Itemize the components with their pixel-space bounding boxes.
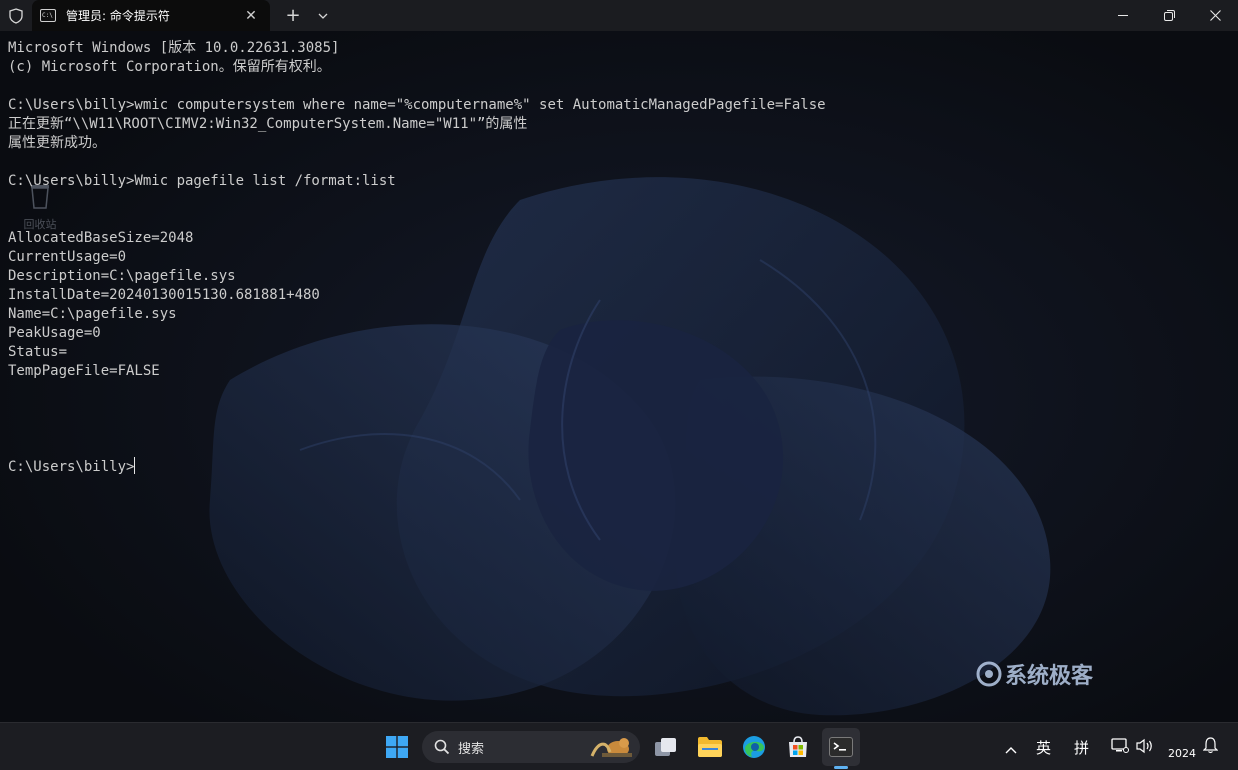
ime-mode-indicator[interactable]: 拼: [1074, 737, 1089, 758]
speaker-icon: [1136, 738, 1152, 754]
chevron-down-icon: [318, 13, 328, 19]
terminal-line: AllocatedBaseSize=2048: [8, 230, 194, 246]
close-icon: [1209, 10, 1221, 21]
search-placeholder: 搜索: [458, 741, 485, 757]
minimize-icon: [1118, 15, 1128, 16]
edge-browser-button[interactable]: [735, 728, 773, 766]
search-icon: [434, 739, 450, 755]
windows-logo-icon: [386, 736, 408, 758]
site-watermark: 系统极客: [975, 658, 1093, 690]
window-titlebar[interactable]: 管理员: 命令提示符 ✕ +: [0, 0, 1238, 31]
restore-button[interactable]: [1146, 0, 1192, 31]
terminal-line: 正在更新“\\W11\ROOT\CIMV2:Win32_ComputerSyst…: [8, 116, 528, 132]
close-window-button[interactable]: [1192, 0, 1238, 31]
terminal-line: PeakUsage=0: [8, 325, 101, 341]
window-controls: [1100, 0, 1238, 31]
terminal-line: Description=C:\pagefile.sys: [8, 268, 236, 284]
terminal-line: 属性更新成功。: [8, 135, 106, 151]
active-app-indicator: [834, 766, 848, 769]
terminal-line: C:\Users\billy>Wmic pagefile list /forma…: [8, 173, 396, 189]
file-explorer-button[interactable]: [691, 728, 729, 766]
terminal-taskbar-button[interactable]: [822, 728, 860, 769]
taskbar: 搜索 英 拼 2024: [0, 722, 1238, 770]
terminal-icon: [829, 737, 853, 757]
cmd-icon: [40, 9, 56, 22]
bell-icon: [1202, 737, 1219, 754]
new-tab-button[interactable]: +: [278, 0, 308, 31]
terminal-line: C:\Users\billy>: [8, 457, 136, 475]
tab-command-prompt[interactable]: 管理员: 命令提示符 ✕: [32, 0, 270, 31]
terminal-line: CurrentUsage=0: [8, 249, 127, 265]
tab-close-button[interactable]: ✕: [242, 8, 260, 24]
terminal-line: C:\Users\billy>wmic computersystem where…: [8, 97, 826, 113]
terminal-output[interactable]: Microsoft Windows [版本 10.0.22631.3085] (c…: [8, 39, 826, 476]
show-hidden-icons-button[interactable]: [1005, 739, 1017, 758]
tab-title: 管理员: 命令提示符: [66, 9, 170, 23]
taskbar-search-box[interactable]: 搜索: [422, 731, 640, 763]
task-view-button[interactable]: [647, 728, 685, 766]
desktop-screen: 回收站 管理员: 命令提示符 ✕ +: [0, 0, 1238, 770]
microsoft-store-button[interactable]: [779, 728, 817, 766]
clock-year[interactable]: 2024: [1168, 747, 1196, 760]
terminal-line: Name=C:\pagefile.sys: [8, 306, 177, 322]
network-icon: [1111, 738, 1129, 753]
folder-icon: [698, 737, 722, 757]
ime-language-indicator[interactable]: 英: [1036, 737, 1051, 758]
terminal-line: TempPageFile=FALSE: [8, 363, 160, 379]
terminal-line: Microsoft Windows [版本 10.0.22631.3085]: [8, 40, 340, 56]
network-button[interactable]: [1111, 738, 1129, 758]
volume-button[interactable]: [1136, 738, 1154, 758]
watermark-text: 系统极客: [1005, 664, 1094, 689]
terminal-line: InstallDate=20240130015130.681881+480: [8, 287, 320, 303]
admin-shield-icon: [0, 0, 32, 31]
terminal-line: (c) Microsoft Corporation。保留所有权利。: [8, 59, 331, 75]
chevron-up-icon: [1005, 747, 1017, 754]
store-bag-icon: [789, 736, 807, 757]
search-highlight-image-icon: [590, 738, 632, 757]
watermark-logo-icon: [976, 661, 1002, 687]
task-view-icon: [655, 738, 676, 756]
minimize-button[interactable]: [1100, 0, 1146, 31]
text-cursor: [134, 457, 136, 474]
start-button[interactable]: [378, 728, 416, 766]
restore-icon: [1163, 10, 1175, 21]
tab-dropdown-button[interactable]: [308, 0, 338, 31]
notifications-button[interactable]: [1202, 737, 1219, 758]
edge-icon: [743, 736, 765, 758]
terminal-line: Status=: [8, 344, 68, 360]
